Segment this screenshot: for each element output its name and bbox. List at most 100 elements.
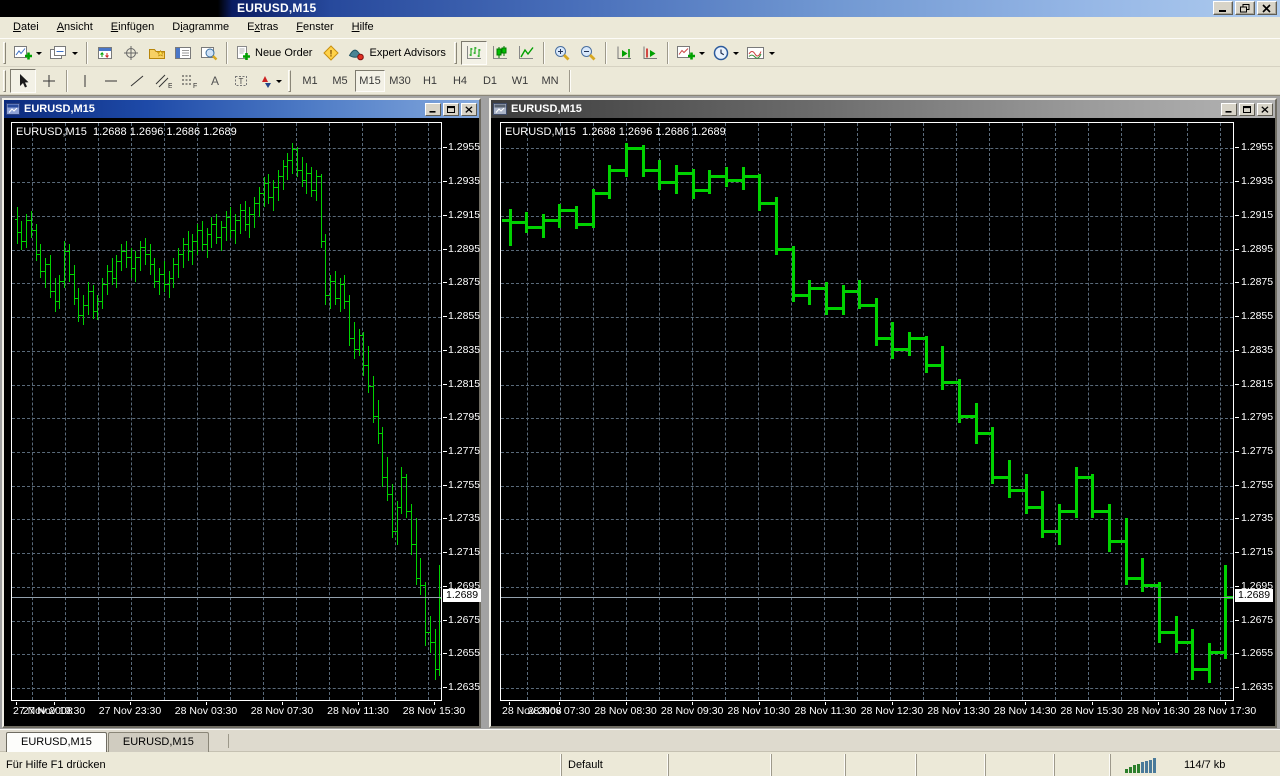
gridline (329, 123, 330, 700)
gridline (501, 148, 1233, 149)
new-chart-button[interactable] (10, 41, 46, 65)
minimize-icon (1218, 4, 1228, 13)
data-window-button[interactable] (118, 41, 144, 65)
terminal-button[interactable] (170, 41, 196, 65)
timeframe-w1[interactable]: W1 (505, 70, 535, 92)
timeframe-h1[interactable]: H1 (415, 70, 445, 92)
ohlc-bar (230, 207, 231, 237)
tab-eurusd-m15-1[interactable]: EURUSD,M15 (6, 732, 107, 752)
timeframe-d1[interactable]: D1 (475, 70, 505, 92)
strategy-tester-button[interactable] (196, 41, 222, 65)
text-tool-button[interactable]: A (202, 69, 228, 93)
profiles-button[interactable] (46, 41, 82, 65)
ohlc-bar (278, 170, 279, 200)
menu-extras[interactable]: Extras (238, 18, 287, 37)
periods-button[interactable] (709, 41, 743, 65)
chart-left-maximize-button[interactable] (443, 103, 459, 116)
zoom-in-button[interactable] (549, 41, 575, 65)
chart-right-maximize-button[interactable] (1239, 103, 1255, 116)
zoom-out-button[interactable] (575, 41, 601, 65)
neue-order-button[interactable]: Neue Order (232, 41, 318, 65)
trendline-button[interactable] (124, 69, 150, 93)
text-label-button[interactable]: T (228, 69, 254, 93)
arrows-tool-button[interactable] (254, 69, 286, 93)
price-axis-label: 1.2795 (1241, 411, 1273, 423)
menu-fenster[interactable]: Fenster (287, 18, 342, 37)
price-axis-tick (443, 350, 447, 351)
ohlc-bar (140, 241, 141, 271)
price-axis-tick (443, 552, 447, 553)
time-axis-label: 28 Nov 08:30 (594, 705, 656, 717)
menu-ansicht[interactable]: Ansicht (48, 18, 102, 37)
timeframe-m15[interactable]: M15 (355, 70, 385, 92)
price-axis-tick (443, 215, 447, 216)
ohlc-open-tick (95, 311, 97, 312)
equidistant-channel-button[interactable]: E (150, 69, 176, 93)
time-axis-label: 28 Nov 03:30 (175, 705, 237, 717)
chart-plot-left[interactable]: EURUSD,M15 1.2688 1.2696 1.2686 1.2689 (11, 122, 442, 701)
menu-datei[interactable]: Datei (4, 18, 48, 37)
timeframe-m1[interactable]: M1 (295, 70, 325, 92)
toolbar-grip[interactable] (288, 70, 291, 92)
ohlc-open-tick (266, 183, 268, 184)
chart-left-minimize-button[interactable] (425, 103, 441, 116)
toolbar-grip[interactable] (3, 70, 6, 92)
chart-shift-button[interactable] (637, 41, 663, 65)
chart-right-minimize-button[interactable] (1221, 103, 1237, 116)
ohlc-open-tick (423, 585, 425, 586)
indicators-button[interactable] (673, 41, 709, 65)
horizontal-line-icon (103, 73, 119, 89)
status-profile[interactable]: Default (561, 754, 668, 776)
cursor-button[interactable] (10, 69, 36, 93)
price-axis-tick (1235, 350, 1239, 351)
app-close-button[interactable] (1257, 1, 1277, 15)
menu-diagramme[interactable]: Diagramme (163, 18, 238, 37)
templates-button[interactable] (743, 41, 779, 65)
svg-text:A: A (211, 74, 219, 88)
auto-scroll-button[interactable] (611, 41, 637, 65)
ohlc-open-tick (57, 301, 59, 302)
expert-advisors-button[interactable]: Expert Advisors (344, 41, 451, 65)
ohlc-open-tick (300, 170, 302, 171)
chart-window-right-title-bar[interactable]: EURUSD,M15 (491, 100, 1275, 118)
ohlc-open-tick (129, 257, 131, 258)
market-watch-button[interactable] (92, 41, 118, 65)
chart-window-left-title-bar[interactable]: EURUSD,M15 (4, 100, 479, 118)
timeframe-m30[interactable]: M30 (385, 70, 415, 92)
app-minimize-button[interactable] (1213, 1, 1233, 15)
ohlc-open-tick (785, 248, 792, 251)
menu-hilfe[interactable]: Hilfe (343, 18, 383, 37)
ohlc-bar (78, 288, 79, 322)
candlestick-chart-button[interactable] (487, 41, 513, 65)
ohlc-bar (1141, 558, 1144, 592)
price-axis-label: 1.2875 (448, 276, 480, 288)
ohlc-open-tick (110, 271, 112, 272)
crosshair-tool-button[interactable] (36, 69, 62, 93)
ohlc-open-tick (319, 176, 321, 177)
toolbar-grip[interactable] (454, 42, 457, 64)
app-restore-button[interactable] (1235, 1, 1255, 15)
ohlc-open-tick (281, 176, 283, 177)
metaeditor-button[interactable]: ! (318, 41, 344, 65)
timeframe-h4[interactable]: H4 (445, 70, 475, 92)
horizontal-line-button[interactable] (98, 69, 124, 93)
vertical-line-button[interactable] (72, 69, 98, 93)
gridline (98, 123, 99, 700)
chart-plot-right[interactable]: EURUSD,M15 1.2688 1.2696 1.2686 1.2689 (500, 122, 1234, 701)
menu-einfgen[interactable]: Einfügen (102, 18, 163, 37)
toolbar-grip[interactable] (3, 42, 6, 64)
line-chart-button[interactable] (513, 41, 539, 65)
bar-chart-button[interactable] (461, 41, 487, 65)
timeframe-m5[interactable]: M5 (325, 70, 355, 92)
navigator-button[interactable] (144, 41, 170, 65)
ohlc-bar (297, 147, 298, 177)
fibonacci-button[interactable]: F (176, 69, 202, 93)
ohlc-open-tick (347, 301, 349, 302)
ohlc-bar (59, 275, 60, 309)
app-title-bar[interactable]: EURUSD,M15 (0, 0, 1280, 17)
chart-left-close-button[interactable] (461, 103, 477, 116)
gridline (1022, 123, 1023, 700)
tab-eurusd-m15-2[interactable]: EURUSD,M15 (108, 732, 209, 752)
chart-right-close-button[interactable] (1257, 103, 1273, 116)
timeframe-mn[interactable]: MN (535, 70, 565, 92)
